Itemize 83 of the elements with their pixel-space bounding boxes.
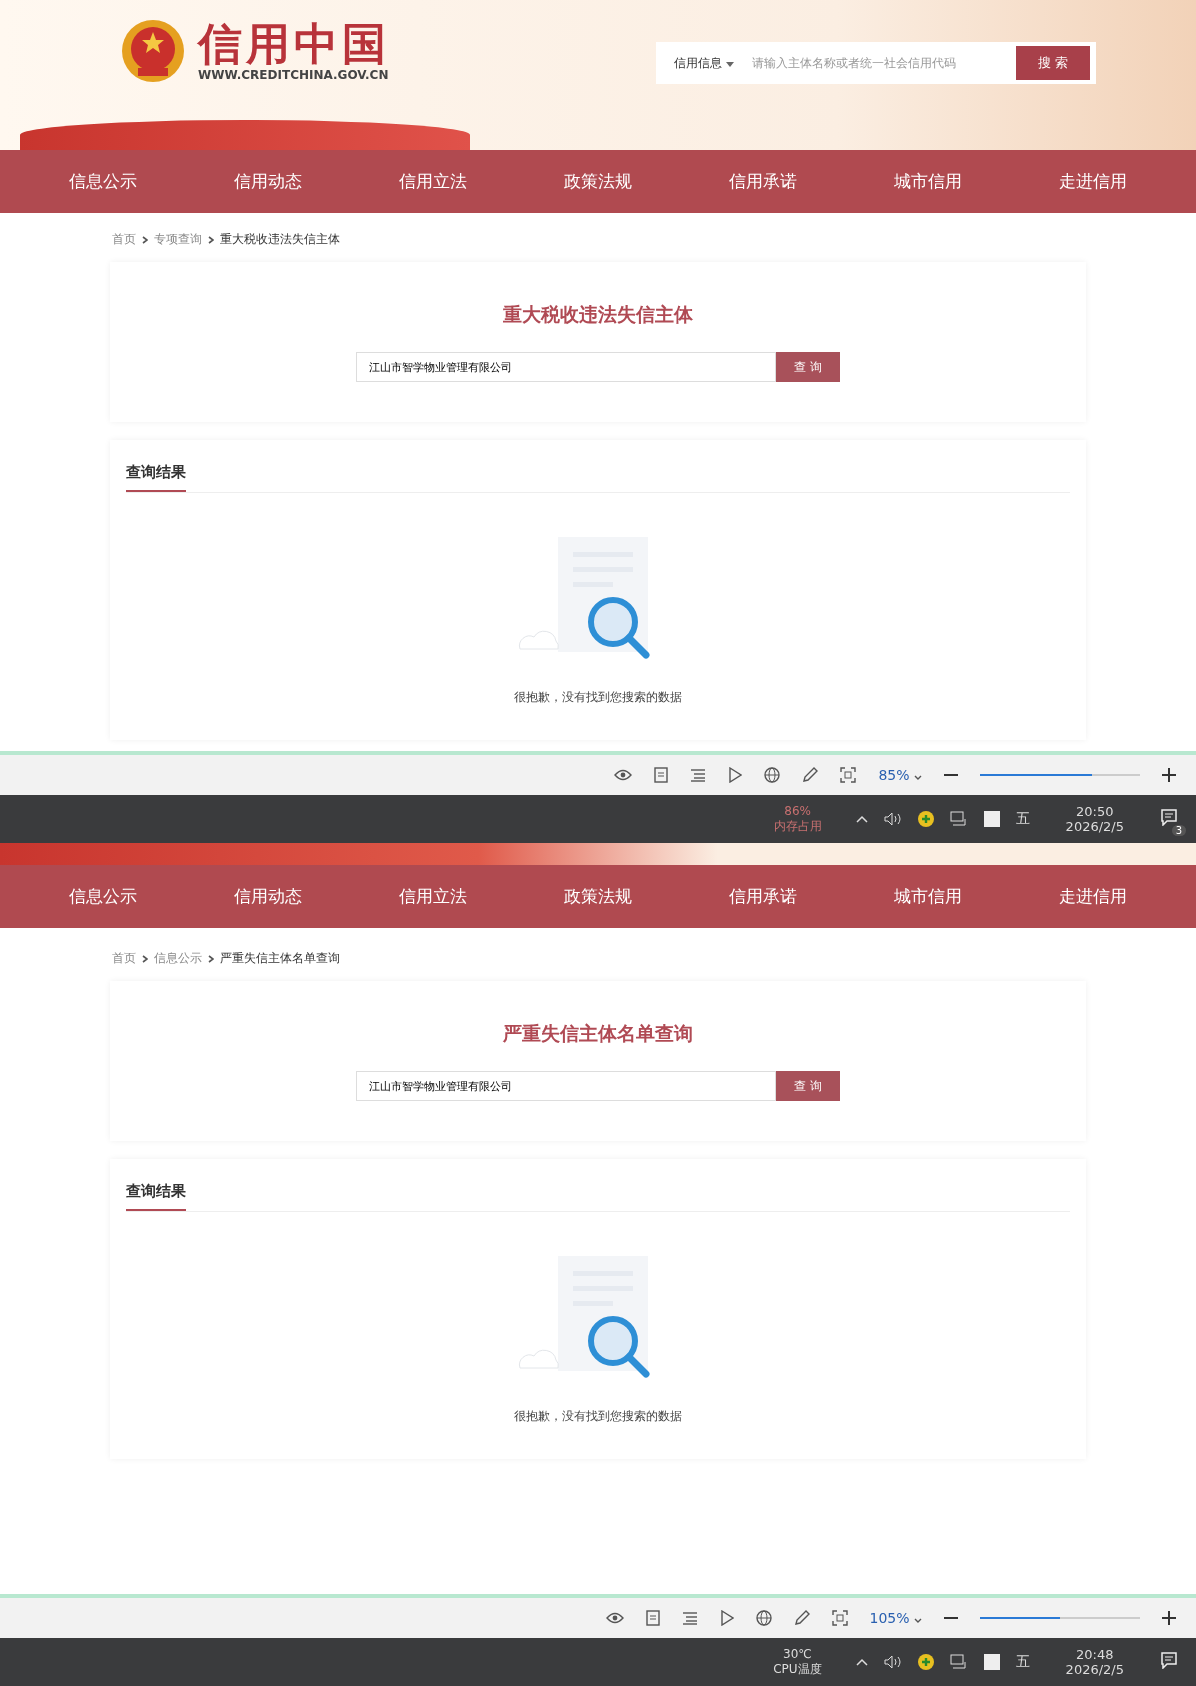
- notification-icon[interactable]: [1160, 808, 1178, 826]
- pen-icon[interactable]: [802, 767, 819, 783]
- input-method-indicator[interactable]: 五: [1015, 1653, 1030, 1671]
- list-icon[interactable]: [681, 1611, 698, 1625]
- system-stat-value: 30℃: [783, 1646, 812, 1661]
- breadcrumb-link[interactable]: 信息公示: [154, 950, 202, 967]
- nav-item[interactable]: 城市信用: [894, 170, 963, 193]
- page-icon[interactable]: [654, 767, 669, 783]
- square-icon[interactable]: [983, 811, 1000, 827]
- page-title: 重大税收违法失信主体: [503, 302, 693, 327]
- search-category-dropdown[interactable]: 信用信息: [674, 54, 734, 72]
- play-icon[interactable]: [728, 767, 743, 783]
- query-button[interactable]: 查 询: [776, 1071, 840, 1101]
- query-button[interactable]: 查 询: [776, 352, 840, 382]
- speaker-icon[interactable]: [883, 1655, 902, 1669]
- list-icon[interactable]: [690, 768, 707, 782]
- fit-screen-icon[interactable]: [840, 767, 857, 783]
- site-url: WWW.CREDITCHINA.GOV.CN: [198, 68, 390, 83]
- system-stat-label: CPU温度: [773, 1660, 822, 1678]
- breadcrumb-link[interactable]: 专项查询: [154, 231, 202, 248]
- nav-item[interactable]: 信用立法: [398, 170, 467, 193]
- breadcrumb-current: 严重失信主体名单查询: [220, 950, 340, 967]
- zoom-level-dropdown[interactable]: 105%: [869, 1610, 922, 1626]
- nav-item[interactable]: 信用动态: [233, 885, 302, 908]
- nav-item[interactable]: 城市信用: [894, 885, 963, 908]
- nav-item[interactable]: 信息公示: [68, 885, 137, 908]
- plus-circle-icon[interactable]: [917, 811, 934, 827]
- breadcrumb-link[interactable]: 首页: [112, 950, 136, 967]
- clock-date: 2026/2/5: [1065, 1662, 1124, 1677]
- nav-item[interactable]: 走进信用: [1059, 885, 1128, 908]
- nav-item[interactable]: 政策法规: [564, 170, 632, 193]
- empty-message: 很抱歉，没有找到您搜索的数据: [514, 689, 682, 706]
- nav-item[interactable]: 信用承诺: [729, 885, 798, 908]
- play-icon[interactable]: [719, 1610, 734, 1626]
- chevron-right-icon: [208, 954, 214, 963]
- notification-badge: 3: [1171, 825, 1186, 836]
- caret-down-icon: [914, 775, 922, 780]
- nav-item[interactable]: 信息公示: [68, 170, 137, 193]
- nav-item[interactable]: 走进信用: [1059, 170, 1128, 193]
- clock-time: 20:50: [1076, 804, 1114, 819]
- query-input[interactable]: 江山市智学物业管理有限公司: [356, 352, 776, 382]
- system-stat-label: 内存占用: [773, 817, 822, 835]
- clock-date: 2026/2/5: [1065, 819, 1124, 834]
- chevron-right-icon: [208, 235, 214, 244]
- speaker-icon[interactable]: [883, 812, 902, 826]
- globe-icon[interactable]: [764, 767, 781, 783]
- caret-up-icon[interactable]: [855, 1658, 868, 1666]
- caret-down-icon: [914, 1618, 922, 1623]
- nav-item[interactable]: 信用动态: [233, 170, 302, 193]
- query-input[interactable]: 江山市智学物业管理有限公司: [356, 1071, 776, 1101]
- zoom-level-dropdown[interactable]: 85%: [878, 767, 922, 783]
- globe-icon[interactable]: [755, 1610, 772, 1626]
- zoom-in-icon[interactable]: [1162, 768, 1176, 782]
- site-logo-title: 信用中国: [198, 19, 390, 69]
- pen-icon[interactable]: [793, 1610, 810, 1626]
- nav-item[interactable]: 信用承诺: [729, 170, 798, 193]
- breadcrumb-link[interactable]: 首页: [112, 231, 136, 248]
- nav-item[interactable]: 信用立法: [398, 885, 467, 908]
- emblem-icon: [120, 18, 186, 84]
- site-search-bar[interactable]: 信用信息 请输入主体名称或者统一社会信用代码 搜 索: [656, 42, 1096, 84]
- caret-down-icon: [725, 61, 734, 67]
- breadcrumb-current: 重大税收违法失信主体: [220, 231, 340, 248]
- plus-circle-icon[interactable]: [917, 1654, 934, 1670]
- caret-up-icon[interactable]: [855, 815, 868, 823]
- notification-icon[interactable]: [1160, 1651, 1178, 1669]
- system-stat-value: 86%: [784, 803, 811, 818]
- page-title: 严重失信主体名单查询: [503, 1021, 693, 1046]
- chevron-right-icon: [142, 235, 148, 244]
- chevron-right-icon: [142, 954, 148, 963]
- square-icon[interactable]: [983, 1654, 1000, 1670]
- clock-time: 20:48: [1076, 1647, 1114, 1662]
- page-icon[interactable]: [645, 1610, 660, 1626]
- fit-screen-icon[interactable]: [831, 1610, 848, 1626]
- input-method-indicator[interactable]: 五: [1015, 810, 1030, 828]
- search-field[interactable]: 请输入主体名称或者统一社会信用代码: [751, 54, 999, 72]
- nav-item[interactable]: 政策法规: [564, 885, 632, 908]
- empty-message: 很抱歉，没有找到您搜索的数据: [514, 1408, 682, 1425]
- zoom-in-icon[interactable]: [1162, 1611, 1176, 1625]
- network-icon[interactable]: [949, 811, 968, 827]
- search-button[interactable]: 搜 索: [1016, 46, 1090, 80]
- network-icon[interactable]: [949, 1654, 968, 1670]
- eye-icon[interactable]: [614, 769, 633, 781]
- eye-icon[interactable]: [605, 1612, 624, 1624]
